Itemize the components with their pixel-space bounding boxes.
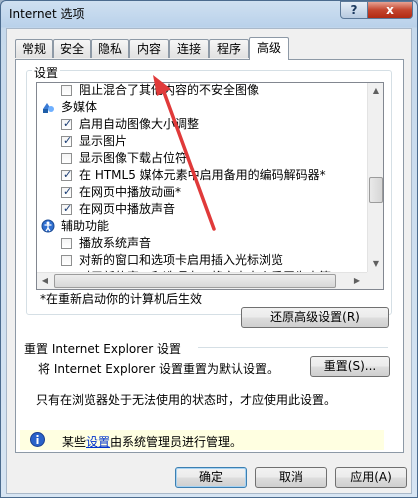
checkbox-checked[interactable]: ✓ xyxy=(61,134,73,147)
apply-button[interactable]: 应用(A) xyxy=(335,467,407,488)
reset-description: 将 Internet Explorer 设置重置为默认设置。 xyxy=(38,362,280,376)
check-mark-icon: ✓ xyxy=(63,168,73,181)
setting-label: 显示图片 xyxy=(79,134,128,148)
horizontal-scrollbar[interactable]: ◀ ▶ xyxy=(37,272,367,289)
setting-label: 在 HTML5 媒体元素中启用备用的编码解码器* xyxy=(79,168,326,182)
setting-checkbox-row[interactable]: 显示图像下载占位符 xyxy=(61,150,187,167)
tab-programs[interactable]: 程序 xyxy=(209,39,249,58)
restore-advanced-settings-button[interactable]: 还原高级设置(R) xyxy=(241,307,389,328)
setting-category-row: 辅助功能 xyxy=(41,218,109,235)
setting-category-row: 多媒体 xyxy=(41,99,97,116)
setting-checkbox-row[interactable]: ✓ 显示图片 xyxy=(61,133,127,150)
settings-list[interactable]: 阻止混合了其他内容的不安全图像多媒体 ✓ 启用自动图像大小调整 ✓ 显示图片显示图像下载… xyxy=(36,82,384,290)
scroll-up-icon[interactable]: ▲ xyxy=(368,83,383,99)
admin-notice-bar: 某些设置由系统管理员进行管理。 xyxy=(20,430,384,450)
accessibility-icon xyxy=(41,219,55,233)
check-mark-icon: ✓ xyxy=(63,134,73,147)
tab-connections[interactable]: 连接 xyxy=(169,39,209,58)
scroll-right-icon[interactable]: ▶ xyxy=(349,273,365,289)
close-button[interactable]: x xyxy=(367,1,413,19)
setting-checkbox-row[interactable]: ✓ 在网页中播放声音 xyxy=(61,201,175,218)
checkbox-unchecked[interactable] xyxy=(61,238,72,249)
checkbox-unchecked[interactable] xyxy=(61,255,72,266)
vertical-scrollbar[interactable]: ▲ ▼ xyxy=(367,83,383,272)
checkbox-checked[interactable]: ✓ xyxy=(61,185,73,198)
setting-label: 启用自动图像大小调整 xyxy=(79,117,200,131)
tab-security[interactable]: 安全 xyxy=(53,39,91,58)
tab-general[interactable]: 常规 xyxy=(15,39,53,58)
cancel-button[interactable]: 取消 xyxy=(255,467,327,488)
checkbox-checked[interactable]: ✓ xyxy=(61,117,73,130)
vertical-scroll-thumb[interactable] xyxy=(369,177,383,203)
admin-notice-text: 某些设置由系统管理员进行管理。 xyxy=(62,433,242,450)
info-icon xyxy=(30,432,45,447)
category-label: 辅助功能 xyxy=(61,219,110,233)
admin-settings-link[interactable]: 设置 xyxy=(86,435,110,449)
setting-label: 在网页中播放动画* xyxy=(79,185,182,199)
scroll-left-icon[interactable]: ◀ xyxy=(37,273,53,289)
dialog-client: 常规 安全 隐私 内容 连接 程序 高级 设置 阻止混合了其他内容的不安全图像多… xyxy=(6,28,412,494)
setting-label: 对新的窗口和选项卡启用插入光标浏览 xyxy=(79,253,284,267)
check-mark-icon: ✓ xyxy=(63,202,73,215)
reset-note: 只有在浏览器处于无法使用的状态时，才应使用此设置。 xyxy=(36,393,337,407)
advanced-panel: 设置 阻止混合了其他内容的不安全图像多媒体 ✓ 启用自动图像大小调整 ✓ 显示图片显示图… xyxy=(15,59,404,453)
checkbox-unchecked[interactable] xyxy=(61,153,72,164)
setting-checkbox-row[interactable]: 播放系统声音 xyxy=(61,235,151,252)
settings-group-label: 设置 xyxy=(32,64,61,81)
setting-label: 显示图像下载占位符 xyxy=(79,151,188,165)
tab-content[interactable]: 内容 xyxy=(129,39,169,58)
multimedia-icon xyxy=(43,103,54,113)
window-title: Internet 选项 xyxy=(9,7,85,21)
setting-label: 在网页中播放声音 xyxy=(79,202,176,216)
category-label: 多媒体 xyxy=(61,100,98,114)
tab-advanced[interactable]: 高级 xyxy=(249,37,289,60)
check-mark-icon: ✓ xyxy=(63,185,73,198)
checkbox-checked[interactable]: ✓ xyxy=(61,168,73,181)
setting-checkbox-row[interactable]: ✓ 在 HTML5 媒体元素中启用备用的编码解码器* xyxy=(61,167,326,184)
scroll-down-icon[interactable]: ▼ xyxy=(368,256,383,272)
help-button[interactable]: ? xyxy=(340,1,368,19)
checkbox-unchecked[interactable] xyxy=(61,85,72,96)
setting-checkbox-row[interactable]: 对新的窗口和选项卡启用插入光标浏览 xyxy=(61,252,283,269)
setting-label: 播放系统声音 xyxy=(79,236,152,250)
reset-separator xyxy=(198,347,388,348)
admin-notice-prefix: 某些 xyxy=(62,435,87,449)
horizontal-scroll-thumb[interactable] xyxy=(54,274,336,288)
setting-checkbox-row[interactable]: ✓ 启用自动图像大小调整 xyxy=(61,116,199,133)
restart-note: *在重新启动你的计算机后生效 xyxy=(40,292,203,306)
internet-options-window: Internet 选项 ? x 常规 安全 隐私 内容 连接 程序 高级 设置 … xyxy=(0,0,418,498)
scroll-corner xyxy=(367,272,383,289)
setting-checkbox-row[interactable]: 阻止混合了其他内容的不安全图像 xyxy=(61,83,260,99)
reset-button[interactable]: 重置(S)... xyxy=(310,356,390,377)
checkbox-checked[interactable]: ✓ xyxy=(61,202,73,215)
setting-label: 阻止混合了其他内容的不安全图像 xyxy=(79,83,260,97)
title-bar[interactable]: Internet 选项 ? x xyxy=(1,1,417,25)
setting-checkbox-row[interactable]: ✓ 在网页中播放动画* xyxy=(61,184,181,201)
tab-strip: 常规 安全 隐私 内容 连接 程序 高级 xyxy=(15,37,405,60)
tab-privacy[interactable]: 隐私 xyxy=(91,39,129,58)
admin-notice-suffix: 由系统管理员进行管理。 xyxy=(110,435,243,449)
ok-button[interactable]: 确定 xyxy=(175,467,247,488)
check-mark-icon: ✓ xyxy=(63,117,73,130)
reset-heading: 重置 Internet Explorer 设置 xyxy=(24,342,182,356)
